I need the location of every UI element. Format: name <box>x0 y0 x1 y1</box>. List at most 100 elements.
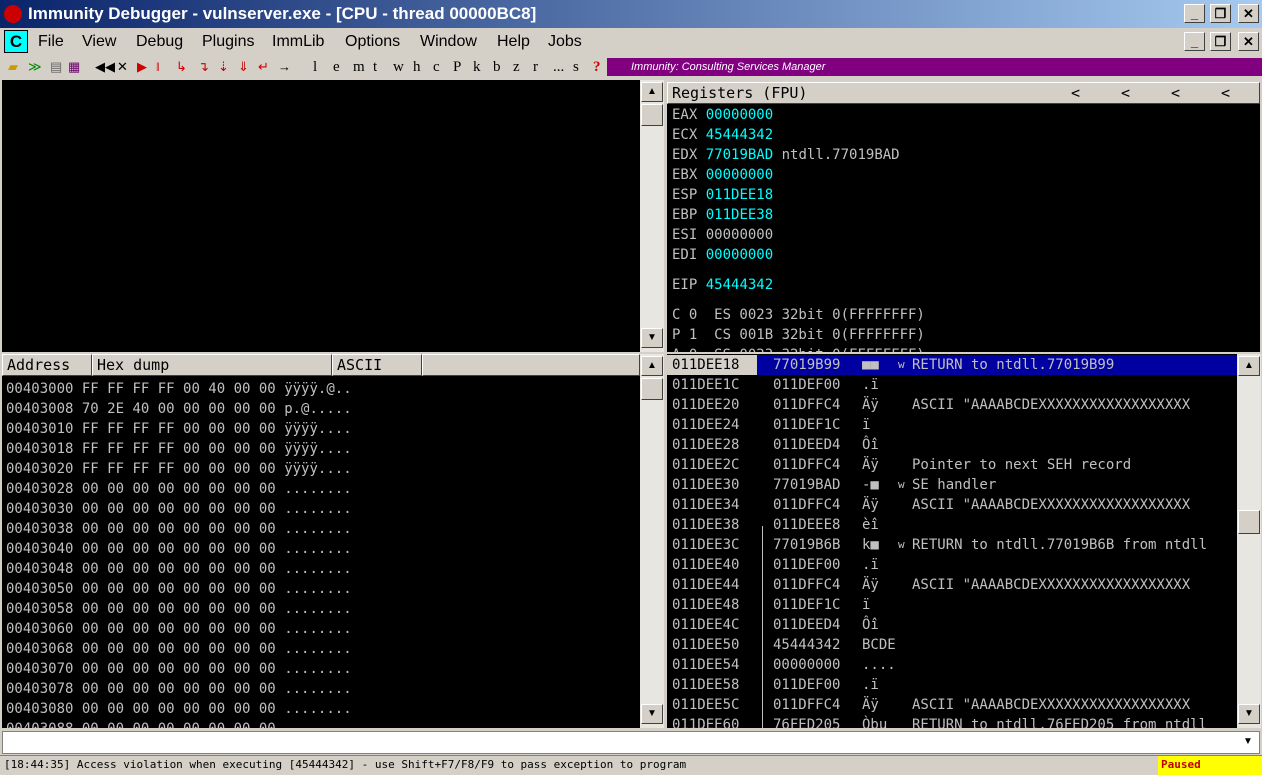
dump-row[interactable]: 00403010 FF FF FF FF 00 00 00 00 ÿÿÿÿ...… <box>6 419 352 439</box>
window-shortcut-z[interactable]: z <box>513 57 520 77</box>
open-icon[interactable]: ▰ <box>8 57 18 77</box>
stack-row[interactable]: 011DEE3C 77019B6B k■ w RETURN to ntdll.77019… <box>667 535 1237 555</box>
register-row-ebp[interactable]: EBP 011DEE38 <box>672 205 782 225</box>
register-row-edi[interactable]: EDI 00000000 <box>672 245 782 265</box>
menu-immlib[interactable]: ImmLib <box>272 28 324 55</box>
window-shortcut-e[interactable]: e <box>333 57 340 77</box>
stack-row[interactable]: 011DEE44 011DFFC4 Äÿ ASCII "AAAABCDEXXXXXXX… <box>667 575 1237 595</box>
stack-row[interactable]: 011DEE40 011DEF00 .ï <box>667 555 1237 575</box>
register-value[interactable]: 00000000 <box>706 227 773 243</box>
dump-header-hex[interactable]: Hex dump <box>92 354 332 376</box>
dump-row[interactable]: 00403080 00 00 00 00 00 00 00 00 .......… <box>6 699 352 719</box>
stack-row[interactable]: 011DEE34 011DFFC4 Äÿ ASCII "AAAABCDEXXXXXXX… <box>667 495 1237 515</box>
rewind-icon[interactable]: ◀◀ <box>95 57 115 77</box>
dump-row[interactable]: 00403050 00 00 00 00 00 00 00 00 .......… <box>6 579 352 599</box>
command-input[interactable]: ▼ <box>2 731 1260 754</box>
close-file-icon[interactable]: ▤ <box>50 57 62 77</box>
dump-row[interactable]: 00403058 00 00 00 00 00 00 00 00 .......… <box>6 599 352 619</box>
dump-row[interactable]: 00403088 00 00 00 00 00 00 00 00 .......… <box>6 719 352 728</box>
menu-debug[interactable]: Debug <box>136 28 183 55</box>
dump-row[interactable]: 00403018 FF FF FF FF 00 00 00 00 ÿÿÿÿ...… <box>6 439 352 459</box>
registers-pane[interactable]: Registers (FPU) < < < < EAX 00000000 ECX 45… <box>667 82 1260 352</box>
register-value[interactable]: 011DEE38 <box>706 207 773 223</box>
window-shortcut-w[interactable]: w <box>393 57 404 77</box>
register-row-ecx[interactable]: ECX 45444342 <box>672 125 782 145</box>
mdi-restore-button[interactable]: ❐ <box>1210 32 1231 51</box>
cpu-window-icon[interactable]: C <box>4 30 28 53</box>
stack-row[interactable]: 011DEE5C 011DFFC4 Äÿ ASCII "AAAABCDEXXXXXXX… <box>667 695 1237 715</box>
dump-row[interactable]: 00403070 00 00 00 00 00 00 00 00 .......… <box>6 659 352 679</box>
register-nav-arrow[interactable]: < <box>1221 83 1230 103</box>
stack-row[interactable]: 011DEE60 76FED205 Òþu RETURN to ntdll.76FED… <box>667 715 1237 728</box>
stack-row[interactable]: 011DEE58 011DEF00 .ï <box>667 675 1237 695</box>
disassembly-pane[interactable] <box>2 80 640 352</box>
window-shortcut-k[interactable]: k <box>473 57 481 77</box>
stack-row[interactable]: 011DEE48 011DEF1C ï <box>667 595 1237 615</box>
step-into-icon[interactable]: ↳ <box>176 57 187 77</box>
window-shortcut-l[interactable]: l <box>313 57 317 77</box>
window-shortcut-c[interactable]: c <box>433 57 440 77</box>
stack-row[interactable]: 011DEE38 011DEEE8 èî <box>667 515 1237 535</box>
register-nav-arrow[interactable]: < <box>1121 83 1130 103</box>
goto-icon[interactable]: → <box>278 57 291 77</box>
attach-icon[interactable]: ▦ <box>68 57 80 77</box>
window-shortcut-m[interactable]: m <box>353 57 365 77</box>
window-shortcut-help[interactable]: ? <box>593 57 601 77</box>
dump-row[interactable]: 00403038 00 00 00 00 00 00 00 00 .......… <box>6 519 352 539</box>
mdi-close-button[interactable]: ✕ <box>1238 32 1259 51</box>
dump-row[interactable]: 00403060 00 00 00 00 00 00 00 00 .......… <box>6 619 352 639</box>
dump-row[interactable]: 00403008 70 2E 40 00 00 00 00 00 p.@....… <box>6 399 352 419</box>
dump-row[interactable]: 00403000 FF FF FF FF 00 40 00 00 ÿÿÿÿ.@.… <box>6 379 352 399</box>
dump-row[interactable]: 00403040 00 00 00 00 00 00 00 00 .......… <box>6 539 352 559</box>
dump-row[interactable]: 00403048 00 00 00 00 00 00 00 00 .......… <box>6 559 352 579</box>
register-value[interactable]: 011DEE18 <box>706 187 773 203</box>
menu-plugins[interactable]: Plugins <box>202 28 254 55</box>
stack-row[interactable]: 011DEE20 011DFFC4 Äÿ ASCII "AAAABCDEXXXXXXX… <box>667 395 1237 415</box>
dump-row[interactable]: 00403068 00 00 00 00 00 00 00 00 .......… <box>6 639 352 659</box>
dump-header-ascii[interactable]: ASCII <box>332 354 422 376</box>
menu-help[interactable]: Help <box>497 28 530 55</box>
window-shortcut-t[interactable]: t <box>373 57 377 77</box>
stack-row[interactable]: 011DEE4C 011DEED4 Ôî <box>667 615 1237 635</box>
register-row-edx[interactable]: EDX 77019BAD ntdll.77019BAD <box>672 145 900 165</box>
window-shortcut-r[interactable]: r <box>533 57 538 77</box>
stack-row[interactable]: 011DEE50 45444342 BCDE <box>667 635 1237 655</box>
step-over-icon[interactable]: ↴ <box>198 57 209 77</box>
window-shortcut-s[interactable]: s <box>573 57 579 77</box>
register-row-esp[interactable]: ESP 011DEE18 <box>672 185 782 205</box>
stack-scrollbar[interactable]: ▲ ▼ <box>1237 354 1261 728</box>
register-value[interactable]: 45444342 <box>706 277 773 293</box>
dump-row[interactable]: 00403020 FF FF FF FF 00 00 00 00 ÿÿÿÿ...… <box>6 459 352 479</box>
consulting-banner[interactable]: Immunity: Consulting Services Manager <box>607 58 1262 76</box>
minimize-button[interactable]: _ <box>1184 4 1205 23</box>
flag-segment-row[interactable]: A 0 SS 0023 32bit 0(FFFFFFFF) <box>672 345 925 352</box>
restart-icon[interactable]: ≫ <box>28 57 42 77</box>
pause-icon[interactable]: ‖ <box>156 57 160 77</box>
window-shortcut-dots[interactable]: ... <box>553 57 564 77</box>
menu-window[interactable]: Window <box>420 28 477 55</box>
register-value[interactable]: 00000000 <box>706 247 773 263</box>
dump-scrollbar[interactable]: ▲ ▼ <box>640 354 664 728</box>
register-value[interactable]: 77019BAD <box>706 147 773 163</box>
menu-view[interactable]: View <box>82 28 116 55</box>
register-value[interactable]: 00000000 <box>706 107 773 123</box>
dump-row[interactable]: 00403078 00 00 00 00 00 00 00 00 .......… <box>6 679 352 699</box>
flag-segment-row[interactable]: C 0 ES 0023 32bit 0(FFFFFFFF) <box>672 305 925 325</box>
window-shortcut-b[interactable]: b <box>493 57 501 77</box>
window-shortcut-P[interactable]: P <box>453 57 461 77</box>
stack-row[interactable]: 011DEE28 011DEED4 Ôî <box>667 435 1237 455</box>
stack-pane[interactable]: 011DEE18 77019B99 ■■ w RETURN to ntdll.77019… <box>667 354 1237 728</box>
run-icon[interactable]: ▶ <box>137 57 147 77</box>
stack-row[interactable]: 011DEE18 77019B99 ■■ w RETURN to ntdll.77019… <box>667 355 1237 375</box>
register-row-esi[interactable]: ESI 00000000 <box>672 225 782 245</box>
stack-row[interactable]: 011DEE1C 011DEF00 .ï <box>667 375 1237 395</box>
trace-into-icon[interactable]: ⇣ <box>218 57 229 77</box>
register-row-eax[interactable]: EAX 00000000 <box>672 105 782 125</box>
registers-header[interactable]: Registers (FPU) < < < < <box>667 82 1260 104</box>
dump-header-address[interactable]: Address <box>2 354 92 376</box>
menu-jobs[interactable]: Jobs <box>548 28 582 55</box>
hex-dump-pane[interactable]: Address Hex dump ASCII 00403000 FF FF FF… <box>2 354 640 728</box>
mdi-minimize-button[interactable]: _ <box>1184 32 1205 51</box>
stack-row[interactable]: 011DEE24 011DEF1C ï <box>667 415 1237 435</box>
menu-options[interactable]: Options <box>345 28 400 55</box>
